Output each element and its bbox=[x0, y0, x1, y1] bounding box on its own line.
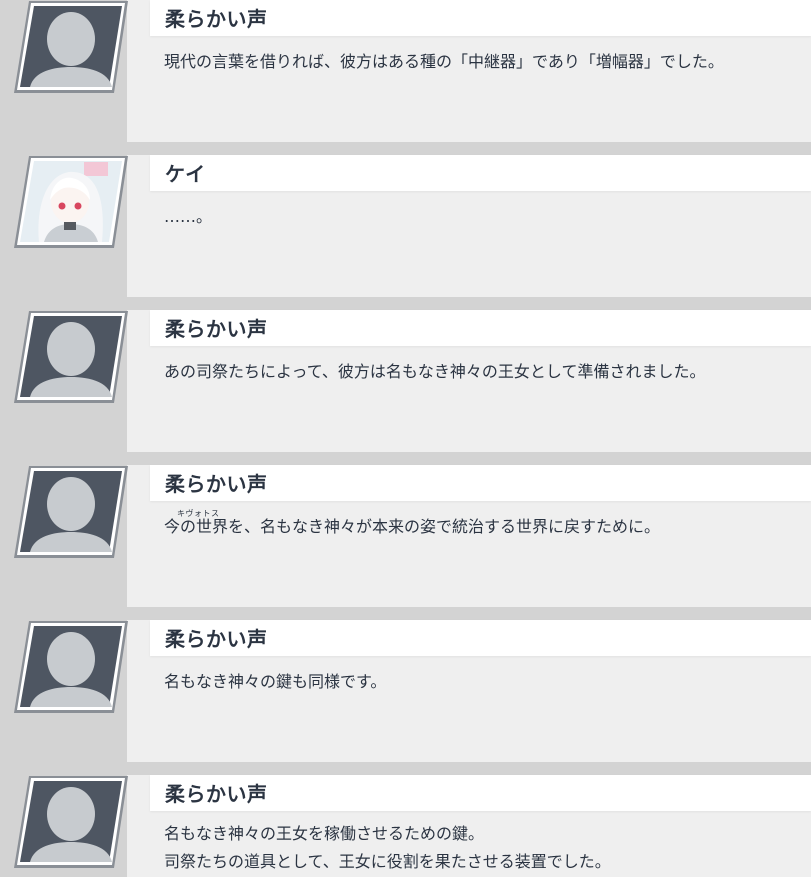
log-entry: 柔らかい声 キヴォトス 今の世界を、名もなき神々が本来の姿で統治する世界に戻すた… bbox=[0, 465, 811, 620]
log-entry: 柔らかい声 名もなき神々の王女を稼働させるための鍵。 司祭たちの道具として、王女… bbox=[0, 775, 811, 877]
silhouette-icon bbox=[14, 311, 128, 403]
log-entry: ケイ ……。 bbox=[0, 155, 811, 310]
log-entry: 柔らかい声 あの司祭たちによって、彼方は名もなき神々の王女として準備されました。 bbox=[0, 310, 811, 465]
speaker-name: ケイ bbox=[165, 162, 206, 186]
silhouette-icon bbox=[14, 621, 128, 713]
speaker-name: 柔らかい声 bbox=[165, 627, 268, 651]
speaker-name: 柔らかい声 bbox=[165, 7, 268, 31]
silhouette-icon bbox=[14, 466, 128, 558]
dialogue-text: 今の世界を、名もなき神々が本来の姿で統治する世界に戻すために。 bbox=[164, 517, 661, 536]
dialogue-log[interactable]: 柔らかい声 現代の言葉を借りれば、彼方はある種の「中継器」であり「増幅器」でした… bbox=[0, 0, 811, 877]
dialogue-text: ……。 bbox=[164, 207, 213, 226]
dialogue-text: 名もなき神々の王女を稼働させるための鍵。 司祭たちの道具として、王女に役割を果た… bbox=[164, 824, 611, 871]
dialogue-text: 現代の言葉を借りれば、彼方はある種の「中継器」であり「増幅器」でした。 bbox=[164, 52, 724, 71]
speaker-name: 柔らかい声 bbox=[165, 317, 268, 341]
kei-character-icon bbox=[14, 156, 128, 248]
log-entry: 柔らかい声 現代の言葉を借りれば、彼方はある種の「中継器」であり「増幅器」でした… bbox=[0, 0, 811, 155]
silhouette-icon bbox=[14, 1, 128, 93]
speaker-name: 柔らかい声 bbox=[165, 782, 268, 806]
dialogue-text: 名もなき神々の鍵も同様です。 bbox=[164, 672, 387, 691]
speaker-bar bbox=[150, 155, 811, 191]
log-entry: 柔らかい声 名もなき神々の鍵も同様です。 bbox=[0, 620, 811, 775]
silhouette-icon bbox=[14, 776, 128, 868]
speaker-name: 柔らかい声 bbox=[165, 472, 268, 496]
dialogue-text: あの司祭たちによって、彼方は名もなき神々の王女として準備されました。 bbox=[164, 362, 706, 381]
